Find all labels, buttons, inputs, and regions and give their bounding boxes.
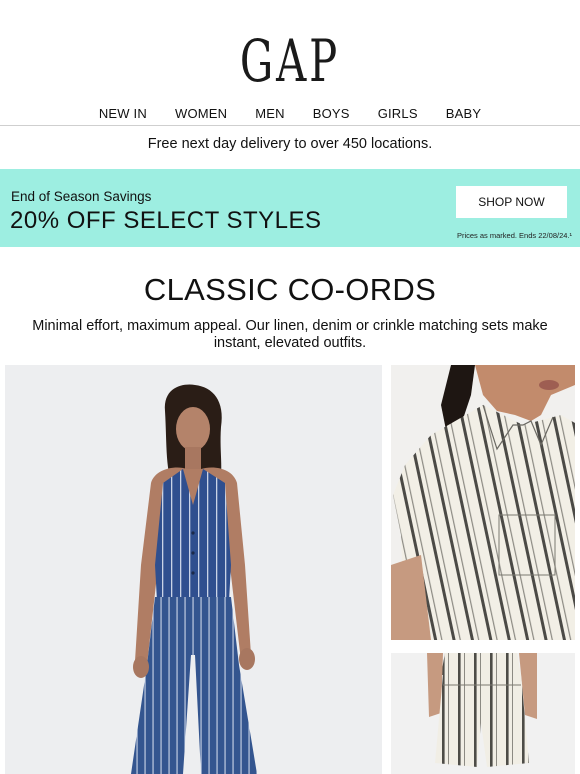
email-header: GAP NEW IN WOMEN MEN BOYS GIRLS BABY (0, 0, 580, 126)
nav-item-new-in[interactable]: NEW IN (85, 104, 161, 124)
product-image-striped-shirt[interactable] (391, 365, 575, 640)
nav-item-men[interactable]: MEN (241, 104, 299, 124)
nav-item-boys[interactable]: BOYS (299, 104, 364, 124)
denim-coord-illustration (5, 365, 382, 774)
promo-banner[interactable]: End of Season Savings 20% OFF SELECT STY… (0, 169, 580, 247)
main-nav: NEW IN WOMEN MEN BOYS GIRLS BABY (0, 104, 580, 124)
section-title: CLASSIC CO-ORDS (143, 272, 437, 307)
promo-title: 20% OFF SELECT STYLES (10, 207, 322, 234)
product-image-denim-coord[interactable] (5, 365, 382, 774)
promo-terms-note: Prices as marked. Ends 22/08/24.¹ (456, 231, 572, 240)
gap-logo[interactable]: GAP (81, 26, 499, 96)
section-description: Minimal effort, maximum appeal. Our line… (32, 318, 548, 351)
promo-subtitle: End of Season Savings (11, 189, 152, 204)
header-divider (0, 125, 580, 126)
nav-item-girls[interactable]: GIRLS (364, 104, 432, 124)
product-image-striped-shorts[interactable] (391, 653, 575, 774)
nav-item-baby[interactable]: BABY (432, 104, 495, 124)
nav-item-women[interactable]: WOMEN (161, 104, 241, 124)
delivery-banner[interactable]: Free next day delivery to over 450 locat… (0, 134, 580, 154)
striped-shorts-illustration (391, 653, 575, 774)
striped-shirt-illustration (391, 365, 575, 640)
shop-now-button[interactable]: SHOP NOW (456, 186, 567, 218)
